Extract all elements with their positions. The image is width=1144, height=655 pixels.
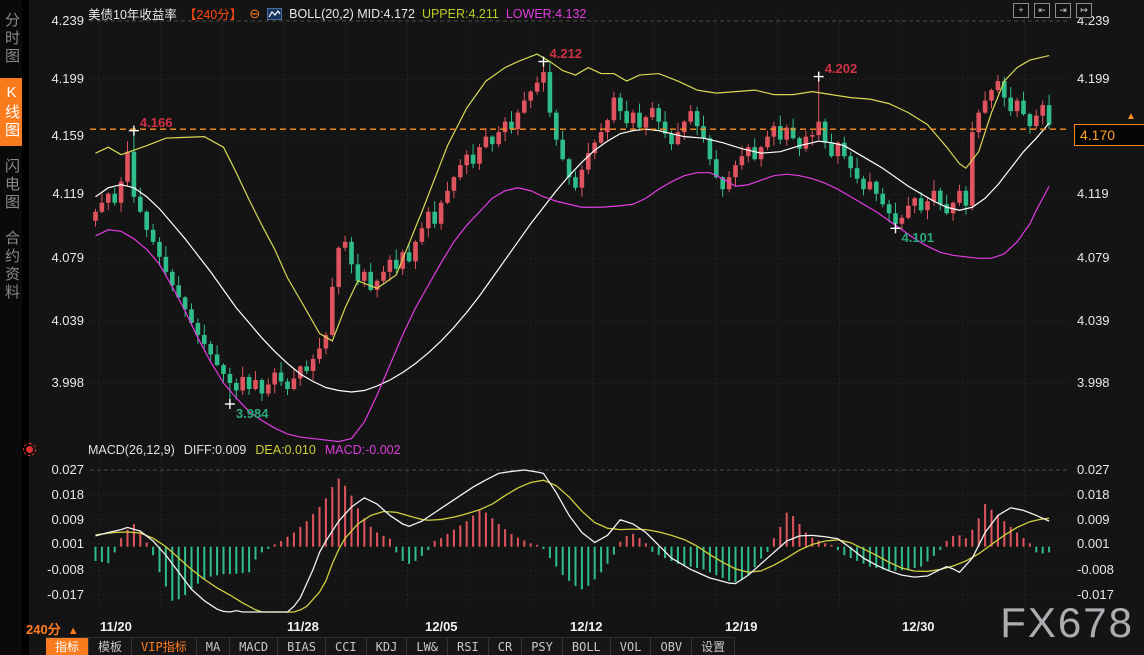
mini-chart-icon[interactable]	[267, 8, 282, 20]
toolbar-item-RSI[interactable]: RSI	[448, 637, 489, 655]
macd-axis-label: -0.008	[0, 562, 84, 578]
toolbar-item-VOL[interactable]: VOL	[611, 637, 652, 655]
price-marker-icon: ▲	[1126, 111, 1136, 122]
price-axis-label: 3.998	[0, 375, 84, 391]
toolbar-item-PSY[interactable]: PSY	[522, 637, 563, 655]
toolbar-item-MACD[interactable]: MACD	[230, 637, 278, 655]
current-price-value: 4.170	[1080, 127, 1115, 143]
chart-header: 美债10年收益率 【240分】 ⊖ BOLL(20,2) MID:4.172 U…	[88, 4, 586, 23]
price-axis-label: 4.159	[0, 128, 84, 144]
date-label-12/19: 12/19	[725, 619, 758, 634]
interval-badge: 【240分】	[184, 4, 242, 23]
interval-selector[interactable]: 240分 ▲	[26, 619, 79, 638]
macd-axis-label: 0.009	[1077, 512, 1141, 528]
high-annotation-4.212: 4.212	[550, 46, 583, 61]
toolbar-item-KDJ[interactable]: KDJ	[367, 637, 408, 655]
macd-axis-label: 0.027	[0, 462, 84, 478]
macd-axis-label: 0.001	[0, 536, 84, 552]
price-axis-label: 4.239	[0, 13, 84, 29]
boll-lower-label: LOWER:4.132	[506, 7, 587, 21]
toolbar-item-BOLL[interactable]: BOLL	[563, 637, 611, 655]
scale-left-icon[interactable]: ⇤	[1034, 3, 1050, 18]
low-annotation-3.984: 3.984	[236, 406, 269, 421]
toolbar-item-模板[interactable]: 模板	[89, 637, 132, 655]
goto-latest-icon[interactable]: ↦	[1076, 3, 1092, 18]
macd-header: MACD(26,12,9) DIFF:0.009 DEA:0.010 MACD:…	[88, 443, 401, 457]
macd-formula-label: MACD(26,12,9)	[88, 443, 175, 457]
collapse-indicator-icon[interactable]: ⊖	[249, 6, 260, 22]
watermark: FX678	[1000, 599, 1134, 647]
sidebar-item-contract-info[interactable]: 合约资料	[0, 224, 22, 308]
bottom-toolbar: 指标模板VIP指标MAMACDBIASCCIKDJLW&RSICRPSYBOLL…	[46, 637, 735, 655]
date-label-12/12: 12/12	[570, 619, 603, 634]
toolbar-item-MA[interactable]: MA	[197, 637, 230, 655]
macd-dea-label: DEA:0.010	[255, 443, 315, 457]
price-axis-label: 4.039	[0, 313, 84, 329]
chart-control-icons: + ⇤ ⇥ ↦	[1013, 3, 1092, 18]
price-axis-label: 4.039	[1077, 313, 1141, 329]
date-label-11/20: 11/20	[100, 619, 132, 634]
interval-text: 240分	[26, 622, 61, 637]
chart-stage: 美债10年收益率 【240分】 ⊖ BOLL(20,2) MID:4.172 U…	[0, 0, 1144, 655]
current-price-tag: 4.170	[1074, 124, 1144, 146]
price-axis-label: 4.079	[0, 250, 84, 266]
charting-application: 分时图 K线图 闪电图 合约资料 美债10年收益率 【240分】 ⊖ BOLL(…	[0, 0, 1144, 655]
price-axis-label: 4.199	[0, 71, 84, 87]
low-annotation-4.101: 4.101	[902, 230, 935, 245]
macd-diff-label: DIFF:0.009	[184, 443, 247, 457]
sidebar-item-lightning-chart[interactable]: 闪电图	[0, 152, 22, 218]
instrument-title: 美债10年收益率	[88, 4, 177, 23]
date-label-12/05: 12/05	[425, 619, 458, 634]
toolbar-item-CR[interactable]: CR	[489, 637, 522, 655]
macd-axis-label: 0.009	[0, 512, 84, 528]
price-chart-canvas[interactable]	[0, 0, 1144, 655]
price-axis-label: 4.079	[1077, 250, 1141, 266]
toolbar-item-OBV[interactable]: OBV	[651, 637, 692, 655]
macd-axis-label: 0.001	[1077, 536, 1141, 552]
macd-axis-label: -0.017	[0, 587, 84, 603]
toolbar-item-设置[interactable]: 设置	[692, 637, 735, 655]
interval-arrow-icon: ▲	[68, 625, 79, 637]
high-annotation-4.166: 4.166	[140, 115, 173, 130]
price-axis-label: 4.119	[1077, 186, 1141, 202]
boll-mid-label: BOLL(20,2) MID:4.172	[289, 7, 415, 21]
crosshair-icon[interactable]: +	[1013, 3, 1029, 18]
date-label-11/28: 11/28	[287, 619, 319, 634]
toolbar-item-LW&[interactable]: LW&	[407, 637, 448, 655]
toolbar-item-VIP指标[interactable]: VIP指标	[132, 637, 197, 655]
boll-upper-label: UPPER:4.211	[422, 7, 499, 21]
macd-axis-label: 0.027	[1077, 462, 1141, 478]
toolbar-item-BIAS[interactable]: BIAS	[278, 637, 326, 655]
macd-axis-label: 0.018	[1077, 487, 1141, 503]
date-label-12/30: 12/30	[902, 619, 935, 634]
macd-axis-label: 0.018	[0, 487, 84, 503]
live-indicator-icon	[26, 446, 33, 453]
high-annotation-4.202: 4.202	[825, 61, 858, 76]
toolbar-item-指标[interactable]: 指标	[46, 637, 89, 655]
price-axis-label: 3.998	[1077, 375, 1141, 391]
macd-value-label: MACD:-0.002	[325, 443, 401, 457]
price-axis-label: 4.199	[1077, 71, 1141, 87]
price-axis-label: 4.119	[0, 186, 84, 202]
macd-axis-label: -0.008	[1077, 562, 1141, 578]
scale-right-icon[interactable]: ⇥	[1055, 3, 1071, 18]
toolbar-item-CCI[interactable]: CCI	[326, 637, 367, 655]
